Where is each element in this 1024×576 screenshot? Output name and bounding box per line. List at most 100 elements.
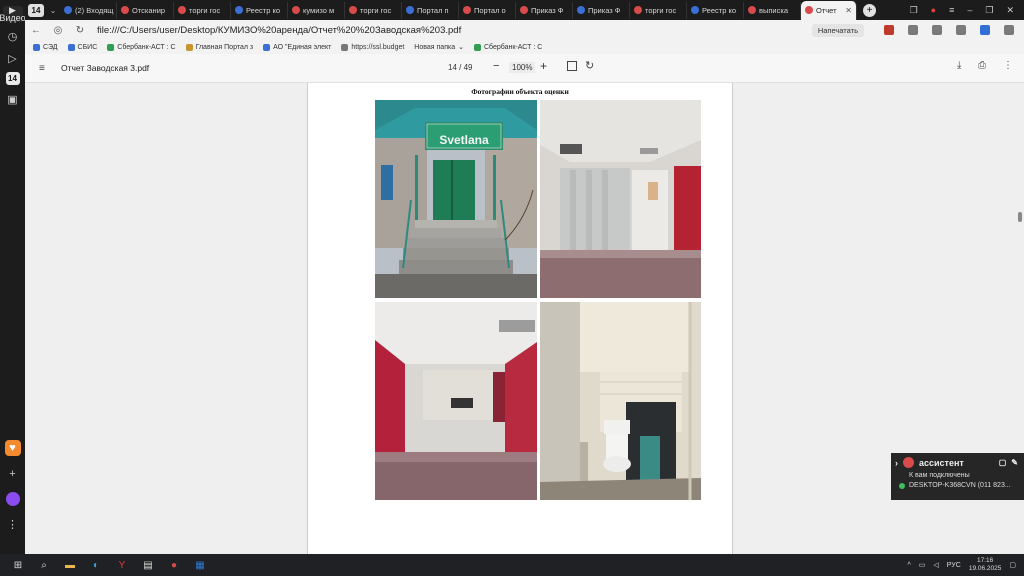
clock[interactable]: 17:16 19.06.2025 — [969, 557, 1002, 573]
tab-item[interactable]: торги гос — [630, 1, 687, 19]
language-indicator[interactable]: РУС — [947, 562, 961, 569]
close-tab-icon[interactable]: ✕ — [845, 6, 852, 15]
bookmark-icon — [473, 43, 481, 51]
add-icon[interactable]: + — [5, 466, 21, 482]
assistant-app-icon[interactable]: ● — [166, 558, 182, 572]
assistant-popup[interactable]: › ассистент ▢ ✎ К вам подключены DESKTOP… — [891, 453, 1024, 500]
history-icon[interactable]: ◷ — [5, 28, 21, 44]
photo-exterior-drawing: Svetlana — [375, 100, 537, 298]
zoom-out-icon[interactable]: − — [493, 60, 499, 72]
news-icon[interactable]: ▤ — [140, 558, 156, 572]
more-options-icon[interactable]: ⋮ — [1003, 60, 1013, 71]
bookmark-item[interactable]: Сбербанк-АСТ : С — [473, 43, 542, 51]
network-icon[interactable]: ▭ — [919, 561, 926, 569]
tab-item[interactable]: торги гос — [174, 1, 231, 19]
zoom-level-field[interactable]: 100% — [509, 62, 536, 73]
extension-icon[interactable] — [956, 25, 966, 35]
photo-room-2 — [375, 302, 537, 500]
zoom-in-icon[interactable]: + — [540, 59, 547, 73]
tab-item[interactable]: Отсканир — [117, 1, 174, 19]
tab-item-active[interactable]: Отчет ✕ — [801, 0, 857, 20]
pdf-viewer[interactable]: Фотографии объекта оценки Svetlana — [25, 83, 1024, 554]
yandex-browser-icon[interactable]: Y — [114, 558, 130, 572]
screenshot-icon[interactable]: ▣ — [5, 91, 21, 107]
alice-icon[interactable] — [5, 492, 20, 506]
assistant-logo-icon — [903, 457, 914, 468]
print-icon[interactable]: ⎙ — [978, 60, 986, 71]
screen: ▶ Видео ◷ ▷ 14 ▣ ♥ + ⋮ 14 ⌄ (2) Входящ От… — [0, 0, 1024, 576]
new-tab-button[interactable]: + — [863, 3, 876, 17]
tab-item[interactable]: Реестр ко — [231, 1, 288, 19]
notifications-icon[interactable]: ● — [931, 5, 936, 15]
url-field[interactable]: file:///C:/Users/user/Desktop/КУМИЗО%20а… — [97, 25, 461, 36]
tab-item[interactable]: торги гос — [345, 1, 402, 19]
tab-count-badge[interactable]: 14 — [28, 3, 44, 17]
tab-favicon — [178, 6, 186, 14]
bookmark-icon — [107, 43, 115, 51]
bookmarks-bar: СЭД СБИС Сбербанк-АСТ : С Главная Портал… — [25, 40, 1024, 54]
browser-sidebar: ▶ Видео ◷ ▷ 14 ▣ ♥ + ⋮ — [0, 0, 26, 554]
tab-label: Реестр ко — [702, 5, 736, 15]
sidebar-menu-icon[interactable]: ⋮ — [5, 516, 21, 532]
chevron-down-icon[interactable]: ⌄ — [46, 6, 60, 15]
restore-icon[interactable]: ❐ — [985, 5, 993, 16]
print-button[interactable]: Напечатать — [811, 23, 864, 37]
back-icon[interactable]: ← — [25, 25, 47, 36]
tab-item[interactable]: Реестр ко — [687, 1, 744, 19]
tab-item[interactable]: Портал п — [402, 1, 459, 19]
bookmark-item[interactable]: Сбербанк-АСТ : С — [107, 43, 176, 51]
pin-icon[interactable]: ✎ — [1011, 458, 1018, 467]
extension-icon[interactable] — [980, 25, 990, 35]
extension-icon[interactable] — [884, 25, 894, 35]
online-status-icon — [899, 482, 905, 489]
tab-item[interactable]: Портал о — [459, 1, 516, 19]
bookmark-label: СЭД — [43, 43, 58, 51]
download-pdf-icon[interactable]: ⤓ — [957, 60, 961, 71]
scrollbar-thumb[interactable] — [1018, 212, 1022, 222]
fit-page-icon[interactable] — [567, 61, 577, 71]
bookmark-item[interactable]: https://ssl.budget — [341, 43, 404, 51]
download-icon[interactable] — [1004, 25, 1014, 35]
extension-icon[interactable] — [908, 25, 918, 35]
reload-icon[interactable]: ↻ — [69, 25, 91, 36]
bookmark-item[interactable]: АО "Единая элект — [263, 43, 331, 51]
search-icon[interactable]: ⌕ — [36, 558, 52, 572]
calendar-icon[interactable]: 14 — [5, 72, 20, 85]
edge-icon[interactable]: ◐ — [88, 558, 104, 572]
video-badge[interactable]: ▶ Видео — [0, 6, 26, 23]
clock-time: 17:16 — [976, 557, 994, 564]
tray-expand-icon[interactable]: ^ — [907, 562, 910, 569]
bookmark-folder[interactable]: Новая папка ⌄ — [414, 43, 464, 52]
play-icon[interactable]: ▷ — [5, 50, 21, 66]
tab-item[interactable]: (2) Входящ — [60, 1, 117, 19]
windows-start-icon[interactable]: ⊞ — [10, 558, 26, 572]
bookmark-item[interactable]: СБИС — [67, 43, 98, 51]
bookmark-label: Сбербанк-АСТ : С — [117, 43, 176, 51]
tab-favicon — [691, 6, 699, 14]
tab-item[interactable]: Приказ Ф — [573, 1, 630, 19]
sign-text: Svetlana — [439, 133, 489, 147]
chat-icon[interactable]: ▢ — [999, 458, 1007, 467]
bookmark-item[interactable]: Главная Портал з — [185, 43, 253, 51]
chevron-right-icon[interactable]: › — [895, 458, 898, 468]
bookmark-label: СБИС — [77, 43, 98, 51]
bookmark-item[interactable]: СЭД — [33, 43, 58, 51]
notification-center-icon[interactable]: ▢ — [1009, 561, 1016, 569]
minimize-icon[interactable]: – — [967, 5, 972, 15]
file-explorer-icon[interactable]: ▬ — [62, 558, 78, 572]
hamburger-menu-icon[interactable]: ≡ — [39, 63, 53, 74]
word-icon[interactable]: ▦ — [192, 558, 208, 572]
protect-icon[interactable]: ◎ — [47, 25, 69, 36]
tab-item[interactable]: кумизо м — [288, 1, 345, 19]
menu-icon[interactable]: ≡ — [949, 5, 954, 15]
volume-icon[interactable]: ◁ — [933, 561, 938, 569]
yandex-app-icon[interactable]: ♥ — [4, 440, 21, 456]
tab-item[interactable]: выписка — [744, 1, 801, 19]
tab-item[interactable]: Приказ Ф — [516, 1, 573, 19]
extension-icon[interactable] — [932, 25, 942, 35]
page-number-field[interactable]: 14 / 49 — [448, 63, 472, 72]
rotate-icon[interactable]: ↻ — [585, 59, 594, 72]
close-window-icon[interactable]: ✕ — [1006, 5, 1014, 16]
collections-icon[interactable]: ❐ — [910, 5, 918, 16]
tab-favicon — [292, 6, 300, 14]
